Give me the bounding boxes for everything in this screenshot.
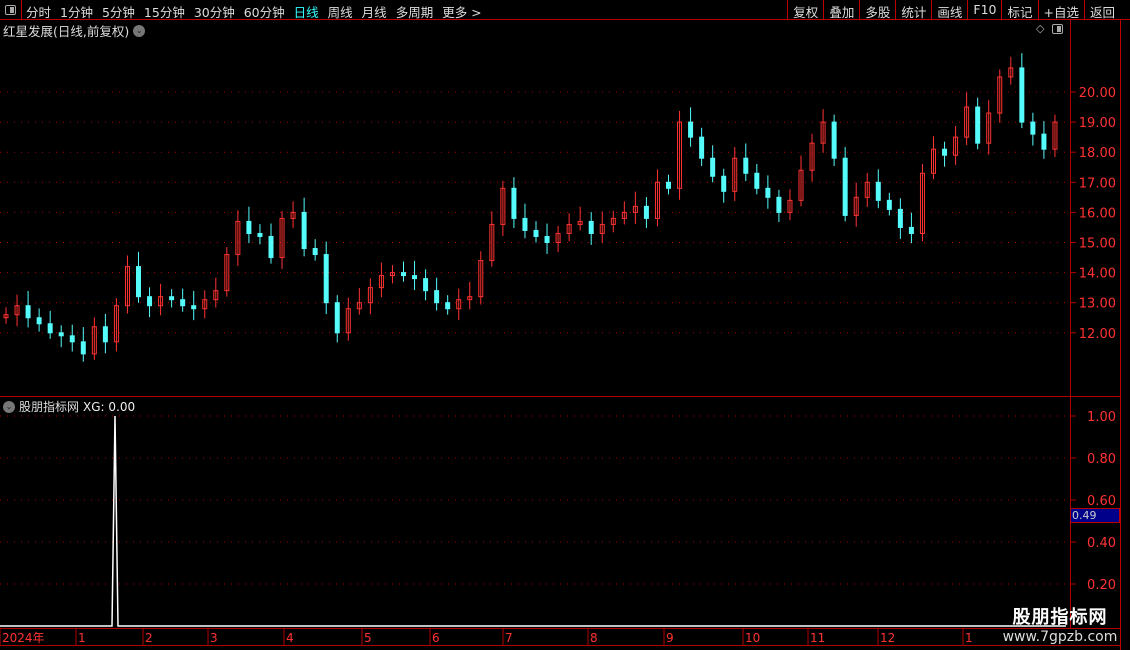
time-label: 10: [745, 631, 760, 645]
candle-body: [699, 136, 705, 159]
candle-body: [69, 335, 75, 343]
candle-body: [710, 157, 716, 177]
candle-body: [180, 299, 186, 307]
y-tick-label: 14.00: [1079, 267, 1116, 282]
candle-body: [1019, 67, 1025, 123]
candle-body: [25, 305, 31, 319]
candle-body: [776, 196, 782, 213]
y-tick-label: 20.00: [1079, 86, 1116, 101]
candle-body: [412, 275, 418, 280]
xg-signal-line: [0, 415, 1066, 627]
time-label: 9: [666, 631, 674, 645]
candle-body: [533, 229, 539, 237]
candle-body: [445, 302, 451, 310]
candle-body: [842, 157, 848, 216]
time-label: 12: [880, 631, 895, 645]
candle-body: [743, 157, 749, 174]
y-tick-label: 13.00: [1079, 297, 1116, 312]
y-tick-label: 1.00: [1087, 410, 1116, 425]
candle-body: [36, 317, 42, 325]
time-label: 5: [364, 631, 372, 645]
time-label: 2: [145, 631, 153, 645]
y-tick-label: 0.80: [1087, 452, 1116, 467]
candle-body: [191, 305, 197, 310]
candle-body: [643, 205, 649, 219]
y-tick-label: 18.00: [1079, 146, 1116, 161]
candle-body: [169, 296, 175, 301]
kline-chart[interactable]: 20.00 19.00 18.00 17.00 16.00 15.00 14.00 13.00…: [0, 0, 1120, 650]
cursor-value-badge: 0.49: [1070, 508, 1120, 523]
y-tick-label: 0.20: [1087, 578, 1116, 593]
y-tick-label: 16.00: [1079, 206, 1116, 221]
y-tick-label: 0.40: [1087, 536, 1116, 551]
y-tick-label: 12.00: [1079, 327, 1116, 342]
y-tick-label: 0.60: [1087, 494, 1116, 509]
time-label: 3: [210, 631, 218, 645]
time-label: 1: [965, 631, 973, 645]
candle-body: [268, 235, 274, 259]
candle-body: [588, 220, 594, 234]
candle-body: [975, 106, 981, 144]
candle-body: [897, 208, 903, 228]
candle-body: [1041, 133, 1047, 150]
y-tick-label: 15.00: [1079, 237, 1116, 252]
candle-body: [102, 326, 108, 343]
candle-body: [334, 302, 340, 334]
candle-body: [434, 290, 440, 304]
candle-body: [147, 296, 153, 307]
right-sidebar[interactable]: [1120, 20, 1130, 650]
candle-body: [1030, 121, 1036, 135]
candle-body: [58, 332, 64, 337]
candle-body: [301, 211, 307, 250]
y-tick-label: 17.00: [1079, 176, 1116, 191]
watermark-logo: 股朋指标网 www.7gpzb.com: [1002, 607, 1118, 645]
candle-body: [831, 121, 837, 159]
candle-body: [942, 148, 948, 156]
y-tick-label: 19.00: [1079, 116, 1116, 131]
time-label: 6: [432, 631, 440, 645]
time-label: 8: [590, 631, 598, 645]
time-label: 4: [286, 631, 294, 645]
candle-body: [754, 172, 760, 189]
candle-body: [875, 181, 881, 201]
candle-body: [544, 235, 550, 243]
candle-body: [688, 121, 694, 138]
candle-body: [908, 226, 914, 234]
time-label: 7: [505, 631, 513, 645]
time-label: 1: [78, 631, 86, 645]
candle-body: [401, 272, 406, 277]
candle-body: [765, 187, 771, 198]
candle-body: [80, 341, 86, 355]
candle-body: [522, 217, 528, 231]
candle-body: [246, 220, 252, 234]
candle-body: [136, 266, 141, 298]
candle-body: [423, 278, 429, 292]
candle-body: [511, 187, 517, 219]
candle-body: [312, 248, 318, 256]
candle-body: [47, 323, 53, 334]
candle-body: [886, 199, 892, 210]
candle-body: [257, 232, 263, 237]
time-label: 11: [810, 631, 825, 645]
candle-body: [323, 254, 329, 304]
candle-body: [721, 175, 727, 192]
time-label: 2024年: [2, 631, 45, 645]
candle-body: [666, 181, 671, 189]
